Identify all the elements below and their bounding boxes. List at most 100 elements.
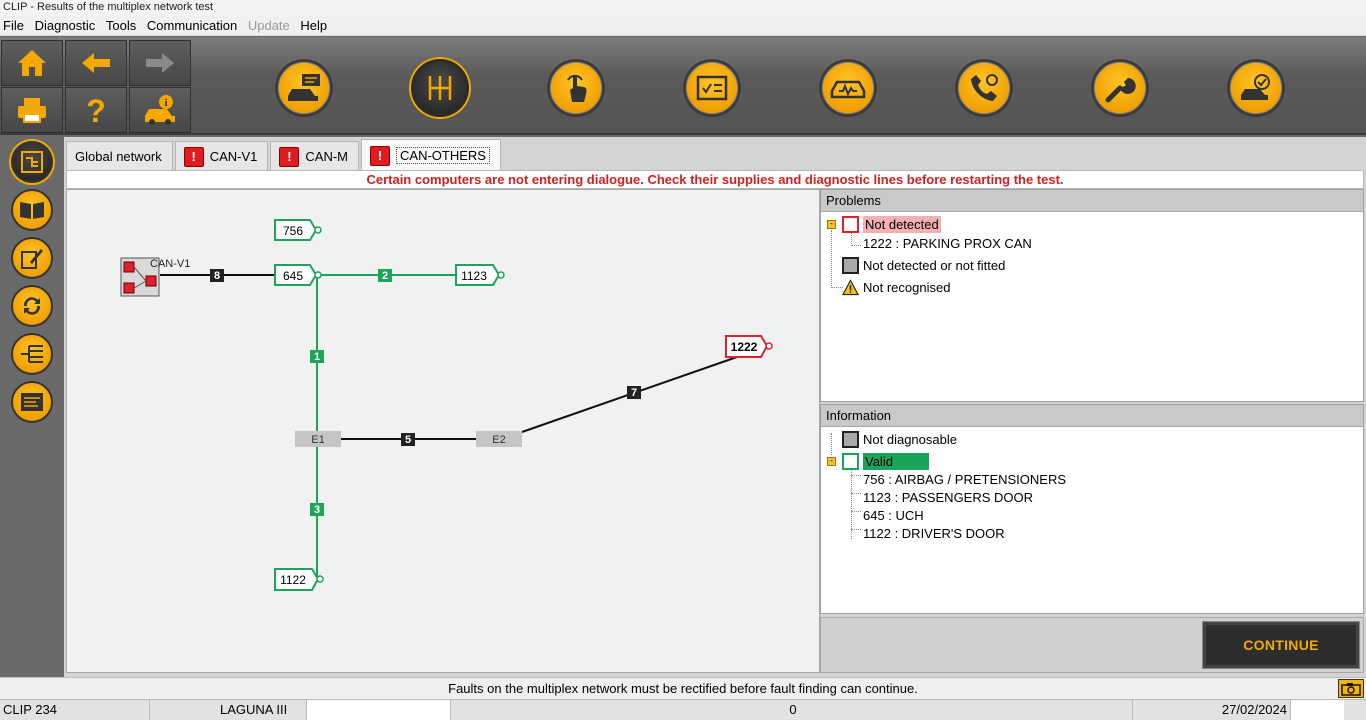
manual-book-button[interactable] <box>11 189 53 231</box>
collapse-icon[interactable]: - <box>827 219 836 229</box>
home-button[interactable] <box>1 40 63 86</box>
back-arrow-icon <box>82 53 110 73</box>
node-label: 1123 <box>461 269 487 283</box>
valid-item[interactable]: 1123 : PASSENGERS DOOR <box>863 489 1033 507</box>
problems-header: Problems <box>821 190 1363 212</box>
not-fitted-row[interactable]: Not detected or not fitted <box>842 255 1005 275</box>
status-message: Faults on the multiplex network must be … <box>0 677 1366 699</box>
valid-row[interactable]: - Valid <box>827 451 929 471</box>
link-label-5[interactable]: 5 <box>401 433 415 446</box>
valid-item[interactable]: 1122 : DRIVER'S DOOR <box>863 525 1005 543</box>
multiplex-network-button[interactable] <box>411 59 469 117</box>
menu-help[interactable]: Help <box>297 16 331 34</box>
print-button[interactable] <box>1 87 63 133</box>
bus-lines-button[interactable] <box>11 333 53 375</box>
ecu-node-1222[interactable]: 1222 <box>725 335 773 358</box>
vehicle-identification-button[interactable] <box>275 59 333 117</box>
tab-can-m[interactable]: ! CAN-M <box>270 141 360 171</box>
warning-icon: ! <box>370 145 391 166</box>
screenshot-button[interactable] <box>1338 679 1364 698</box>
junction-e2[interactable]: E2 <box>476 431 522 447</box>
vehicle-name: LAGUNA III <box>150 700 307 720</box>
touch-test-button[interactable] <box>547 59 605 117</box>
link-label-1[interactable]: 1 <box>310 350 324 363</box>
main-toolbar: ? i <box>0 37 1366 135</box>
summary-icon <box>21 393 43 411</box>
bottom-status-bar: CLIP 234 LAGUNA III 0 27/02/2024 <box>0 699 1366 720</box>
information-panel: Information Not diagnosable - Valid 756 … <box>820 404 1364 614</box>
valid-item[interactable]: 756 : AIRBAG / PRETENSIONERS <box>863 471 1066 489</box>
continue-button[interactable]: CONTINUE <box>1202 621 1360 669</box>
edit-network-icon <box>21 249 43 269</box>
vehicle-validated-button[interactable] <box>1227 59 1285 117</box>
network-diagram: CAN-V1 756 645 1123 1222 1122 E1 E2 8 2 … <box>66 189 820 673</box>
warning-icon: ! <box>183 146 204 167</box>
link-label-2[interactable]: 2 <box>378 269 392 282</box>
ecu-node-756[interactable]: 756 <box>274 219 322 241</box>
collapse-icon[interactable]: - <box>827 456 836 466</box>
valid-icon <box>842 452 859 470</box>
checklist-button[interactable] <box>683 59 741 117</box>
tab-can-v1[interactable]: ! CAN-V1 <box>174 141 269 171</box>
bus-label: CAN-V1 <box>150 258 190 270</box>
not-diagnosable-row[interactable]: Not diagnosable <box>842 429 957 449</box>
manual-book-icon <box>20 202 44 219</box>
menu-communication[interactable]: Communication <box>144 16 241 34</box>
checklist-icon <box>696 75 728 101</box>
warning-triangle-icon <box>842 278 859 295</box>
node-label: 1222 <box>731 340 758 354</box>
menu-file[interactable]: File <box>0 16 28 34</box>
tab-label: CAN-V1 <box>209 149 258 164</box>
vehicle-validated-icon <box>1241 74 1270 100</box>
main-area: Global network ! CAN-V1 ! CAN-M ! CAN-OT… <box>64 137 1366 677</box>
tree-line <box>831 230 832 288</box>
wrench-icon <box>1105 78 1136 103</box>
vehicle-diagnostic-button[interactable] <box>819 59 877 117</box>
valid-label: Valid <box>863 452 929 470</box>
edit-network-button[interactable] <box>11 237 53 279</box>
refresh-network-button[interactable] <box>11 285 53 327</box>
help-button[interactable]: ? <box>65 87 127 133</box>
link-label-8[interactable]: 8 <box>210 269 224 282</box>
back-button[interactable] <box>65 40 127 86</box>
tab-can-others[interactable]: ! CAN-OTHERS <box>361 139 501 171</box>
menu-tools[interactable]: Tools <box>103 16 140 34</box>
forward-arrow-icon <box>146 53 174 73</box>
help-icon: ? <box>86 94 106 126</box>
clip-version: CLIP 234 <box>0 700 150 720</box>
tab-label: Global network <box>75 149 162 164</box>
counter-value: 0 <box>451 700 1133 720</box>
window-title: CLIP - Results of the multiplex network … <box>0 0 1366 16</box>
time-field <box>1291 700 1344 720</box>
home-icon <box>18 50 46 76</box>
network-map-button[interactable] <box>11 141 53 183</box>
problem-item[interactable]: 1222 : PARKING PROX CAN <box>863 235 1032 253</box>
ecu-node-1122[interactable]: 1122 <box>274 568 324 591</box>
vehicle-info-button[interactable]: i <box>129 87 191 133</box>
not-fitted-label: Not detected or not fitted <box>863 257 1006 273</box>
menu-diagnostic[interactable]: Diagnostic <box>32 16 100 34</box>
camera-icon <box>1341 682 1361 696</box>
junction-e1[interactable]: E1 <box>295 431 341 447</box>
not-recognised-row[interactable]: Not recognised <box>842 277 950 297</box>
link-label-7[interactable]: 7 <box>627 386 641 399</box>
ecu-node-645[interactable]: 645 <box>274 264 322 286</box>
not-detected-row[interactable]: - Not detected <box>827 214 941 234</box>
not-detected-icon <box>842 215 859 233</box>
tab-global-network[interactable]: Global network <box>66 141 173 171</box>
tree-line <box>851 511 861 512</box>
not-diagnosable-label: Not diagnosable <box>863 431 957 447</box>
summary-button[interactable] <box>11 381 53 423</box>
wrench-button[interactable] <box>1091 59 1149 117</box>
link-label-3[interactable]: 3 <box>310 503 324 516</box>
warning-message: Certain computers are not entering dialo… <box>66 170 1364 189</box>
node-label: 756 <box>283 224 303 238</box>
not-diagnosable-icon <box>842 430 859 448</box>
valid-item[interactable]: 645 : UCH <box>863 507 924 525</box>
svg-text:i: i <box>164 97 167 109</box>
forward-button[interactable] <box>129 40 191 86</box>
information-header: Information <box>821 405 1363 427</box>
ecu-node-1123[interactable]: 1123 <box>455 264 505 286</box>
left-sidebar <box>0 137 64 677</box>
phone-support-button[interactable] <box>955 59 1013 117</box>
